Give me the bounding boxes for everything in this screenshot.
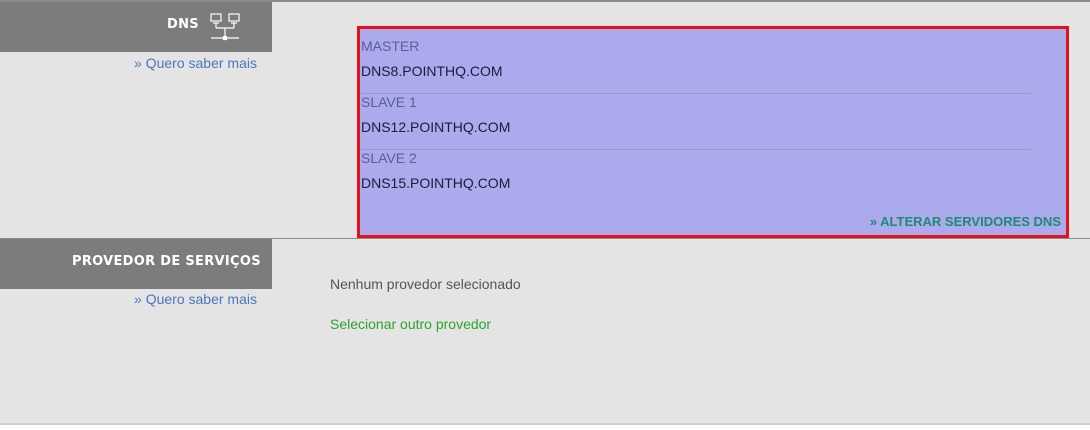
dns-server-label: SLAVE 1	[361, 94, 417, 110]
dns-more-link[interactable]: » Quero saber mais	[134, 55, 257, 71]
dns-server-label: SLAVE 2	[361, 150, 417, 166]
dns-server-value: DNS12.POINTHQ.COM	[361, 119, 511, 135]
provider-more-link[interactable]: » Quero saber mais	[134, 291, 257, 307]
select-provider-link[interactable]: Selecionar outro provedor	[330, 316, 491, 332]
dns-title: DNS	[167, 17, 199, 32]
dns-server-value: DNS8.POINTHQ.COM	[361, 63, 503, 79]
dns-server-label: MASTER	[361, 38, 420, 54]
dns-servers-panel: MASTER DNS8.POINTHQ.COM SLAVE 1 DNS12.PO…	[357, 26, 1069, 238]
dns-header: DNS	[0, 2, 272, 52]
provider-title: PROVEDOR DE SERVIÇOS	[72, 254, 261, 269]
dns-section: DNS » Quero saber mais MASTER DNS8.POINT…	[0, 2, 1090, 238]
row-divider	[361, 149, 1031, 150]
dns-server-value: DNS15.POINTHQ.COM	[361, 175, 511, 191]
provider-status: Nenhum provedor selecionado	[330, 276, 521, 292]
bottom-rule	[0, 423, 1090, 425]
provider-section: PROVEDOR DE SERVIÇOS » Quero saber mais …	[0, 239, 1090, 423]
provider-header: PROVEDOR DE SERVIÇOS	[0, 239, 272, 289]
alter-dns-servers-link[interactable]: » ALTERAR SERVIDORES DNS	[870, 214, 1061, 229]
network-icon	[210, 13, 240, 41]
row-divider	[361, 93, 1031, 94]
